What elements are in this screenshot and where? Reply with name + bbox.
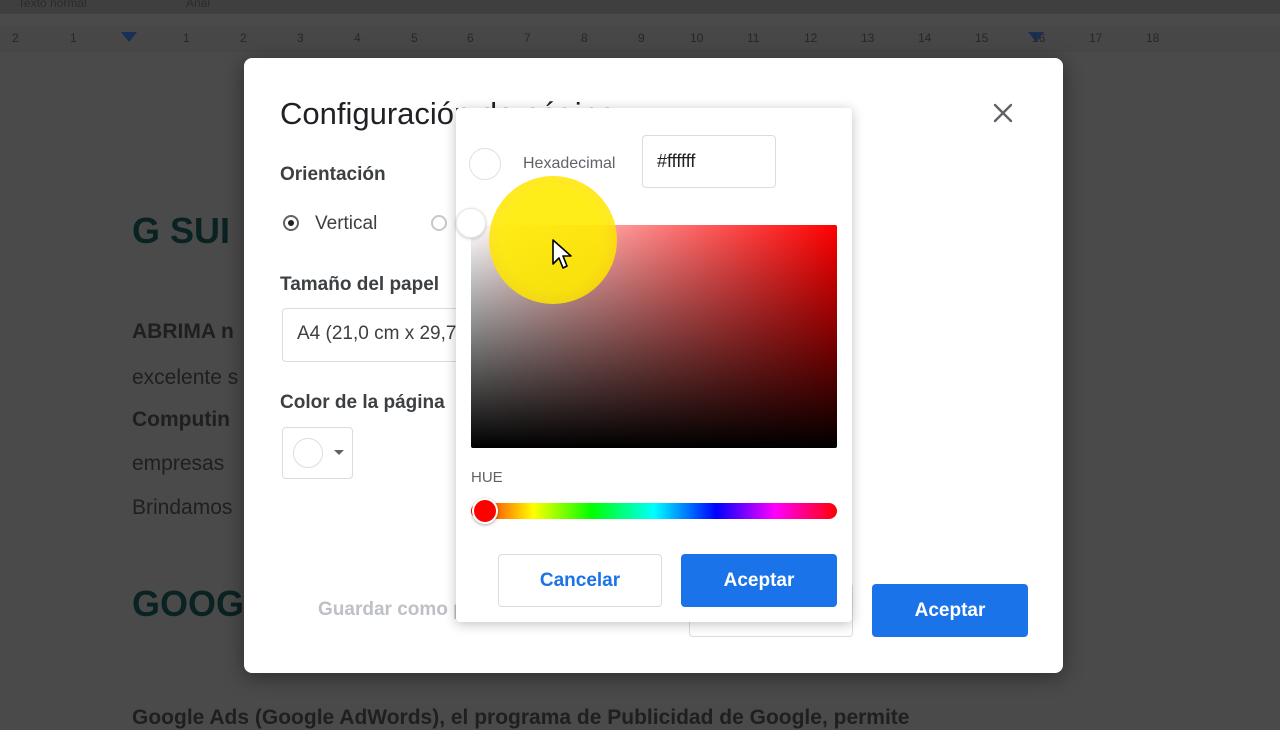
page-color-button[interactable] (282, 427, 353, 479)
ruler-tick: 8 (581, 31, 588, 45)
doc-line: ABRIMA n (132, 320, 234, 343)
ruler-tick: 16 (1032, 31, 1046, 45)
doc-line: empresas (132, 452, 225, 475)
accept-button[interactable]: Aceptar (681, 554, 837, 607)
ruler-tick: 17 (1089, 31, 1103, 45)
hue-slider[interactable] (471, 503, 837, 519)
ruler-tick: 13 (861, 31, 875, 45)
style-select[interactable]: Texto normal (18, 0, 87, 10)
close-button[interactable] (990, 100, 1016, 126)
dialog-accept-button[interactable]: Aceptar (872, 584, 1028, 637)
ruler-tick: 15 (975, 31, 989, 45)
vertical-label: Vertical (315, 213, 378, 234)
hue-label: HUE (471, 469, 503, 486)
hex-label: Hexadecimal (523, 155, 616, 172)
saturation-handle[interactable] (456, 208, 486, 238)
color-swatch (293, 438, 323, 468)
doc-heading: G SUI (132, 210, 231, 251)
ruler-tick: 9 (638, 31, 645, 45)
indent-marker-icon[interactable] (121, 32, 137, 42)
ruler-tick: 14 (918, 31, 932, 45)
ruler-tick: 7 (524, 31, 531, 45)
ruler-tick: 11 (747, 31, 760, 45)
ruler-tick: 2 (240, 31, 247, 45)
docs-toolbar: Texto normal Arial (0, 0, 1280, 14)
color-picker-popup: Hexadecimal HUE Cancelar Aceptar (456, 108, 852, 622)
close-icon (993, 103, 1013, 123)
doc-line: Computin (132, 408, 230, 431)
paper-size-label: Tamaño del papel (280, 274, 440, 295)
cancel-button[interactable]: Cancelar (498, 554, 662, 607)
doc-heading: GOOG (132, 583, 245, 624)
hue-handle[interactable] (472, 498, 498, 524)
doc-line: excelente s (132, 366, 239, 389)
font-select[interactable]: Arial (186, 0, 210, 10)
hex-input[interactable] (642, 135, 776, 188)
ruler-tick: 2 (12, 31, 19, 45)
ruler-tick: 3 (297, 31, 304, 45)
caret-down-icon (334, 450, 344, 455)
doc-line: Brindamos (132, 496, 233, 519)
ruler-tick: 5 (411, 31, 418, 45)
saturation-value-area[interactable] (471, 225, 837, 448)
radio-horizontal[interactable] (431, 215, 447, 231)
color-preview (469, 148, 501, 180)
ruler-tick: 12 (804, 31, 818, 45)
ruler-tick: 10 (690, 31, 704, 45)
ruler-tick: 18 (1146, 31, 1160, 45)
ruler-tick: 4 (354, 31, 361, 45)
ruler: 2 1 1 2 3 4 5 6 7 8 9 10 11 12 13 14 15 … (0, 26, 1280, 52)
doc-line: Google Ads (Google AdWords), el programa… (132, 706, 910, 729)
orientation-label: Orientación (280, 164, 386, 185)
ruler-tick: 6 (467, 31, 474, 45)
radio-vertical[interactable] (283, 215, 299, 231)
ruler-tick: 1 (183, 31, 190, 45)
ruler-tick: 1 (70, 31, 77, 45)
page-color-label: Color de la página (280, 392, 445, 413)
